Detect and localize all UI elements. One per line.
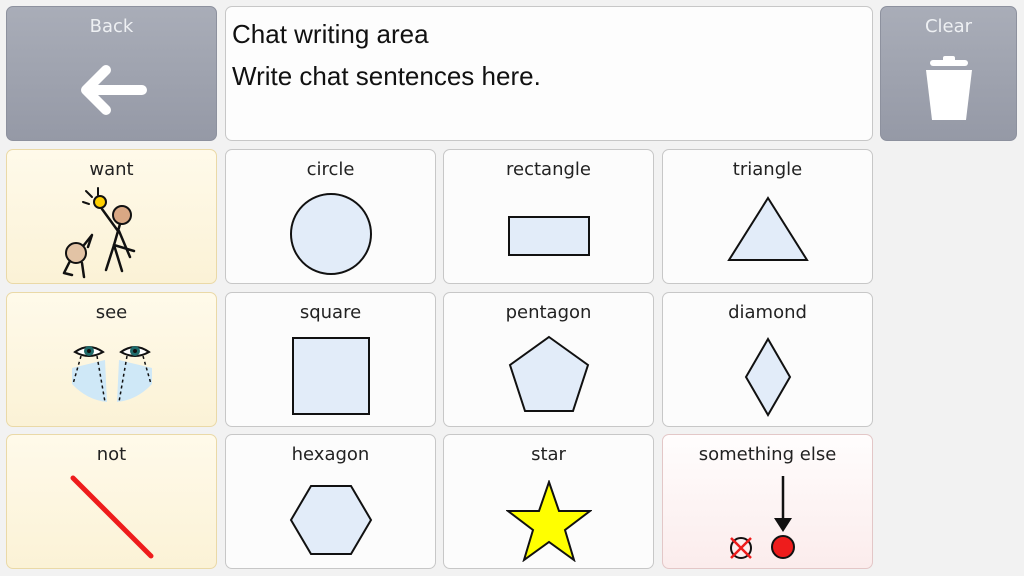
- tile-want-label: want: [89, 159, 134, 180]
- tile-pentagon[interactable]: pentagon: [443, 292, 654, 427]
- tile-see-label: see: [95, 302, 128, 323]
- chat-writing-area[interactable]: Chat writing area Write chat sentences h…: [225, 6, 873, 141]
- rectangle-icon: [444, 215, 653, 257]
- tile-diamond-label: diamond: [728, 302, 807, 323]
- clear-button[interactable]: Clear: [880, 6, 1017, 141]
- clear-label: Clear: [924, 16, 973, 37]
- tile-not[interactable]: not: [6, 434, 217, 569]
- pentagon-icon: [444, 334, 653, 414]
- chat-title: Chat writing area: [232, 19, 429, 49]
- tile-want[interactable]: want: [6, 149, 217, 284]
- tile-pentagon-label: pentagon: [505, 302, 592, 323]
- tile-not-label: not: [96, 444, 127, 465]
- back-button[interactable]: Back: [6, 6, 217, 141]
- tile-star-label: star: [531, 444, 566, 465]
- tile-hexagon[interactable]: hexagon: [225, 434, 436, 569]
- eyes-icon: [7, 342, 216, 408]
- tile-square-label: square: [299, 302, 362, 323]
- want-icon: [7, 187, 216, 279]
- tile-rectangle[interactable]: rectangle: [443, 149, 654, 284]
- tile-triangle-label: triangle: [732, 159, 803, 180]
- circle-icon: [226, 191, 435, 277]
- not-line-icon: [7, 474, 216, 560]
- tile-diamond[interactable]: diamond: [662, 292, 873, 427]
- tile-something-else[interactable]: something else: [662, 434, 873, 569]
- triangle-icon: [663, 195, 872, 263]
- trash-icon: [881, 56, 1016, 122]
- tile-circle[interactable]: circle: [225, 149, 436, 284]
- square-icon: [226, 336, 435, 416]
- tile-triangle[interactable]: triangle: [662, 149, 873, 284]
- tile-star[interactable]: star: [443, 434, 654, 569]
- tile-see[interactable]: see: [6, 292, 217, 427]
- tile-hexagon-label: hexagon: [291, 444, 370, 465]
- arrow-left-icon: [7, 62, 216, 118]
- tile-square[interactable]: square: [225, 292, 436, 427]
- tile-circle-label: circle: [306, 159, 355, 180]
- chat-text: Write chat sentences here.: [232, 61, 541, 91]
- tile-rectangle-label: rectangle: [506, 159, 591, 180]
- diamond-icon: [663, 336, 872, 418]
- hexagon-icon: [226, 484, 435, 556]
- back-label: Back: [89, 16, 134, 37]
- tile-something-else-label: something else: [698, 444, 837, 465]
- something-else-icon: [663, 474, 872, 562]
- star-icon: [444, 480, 653, 562]
